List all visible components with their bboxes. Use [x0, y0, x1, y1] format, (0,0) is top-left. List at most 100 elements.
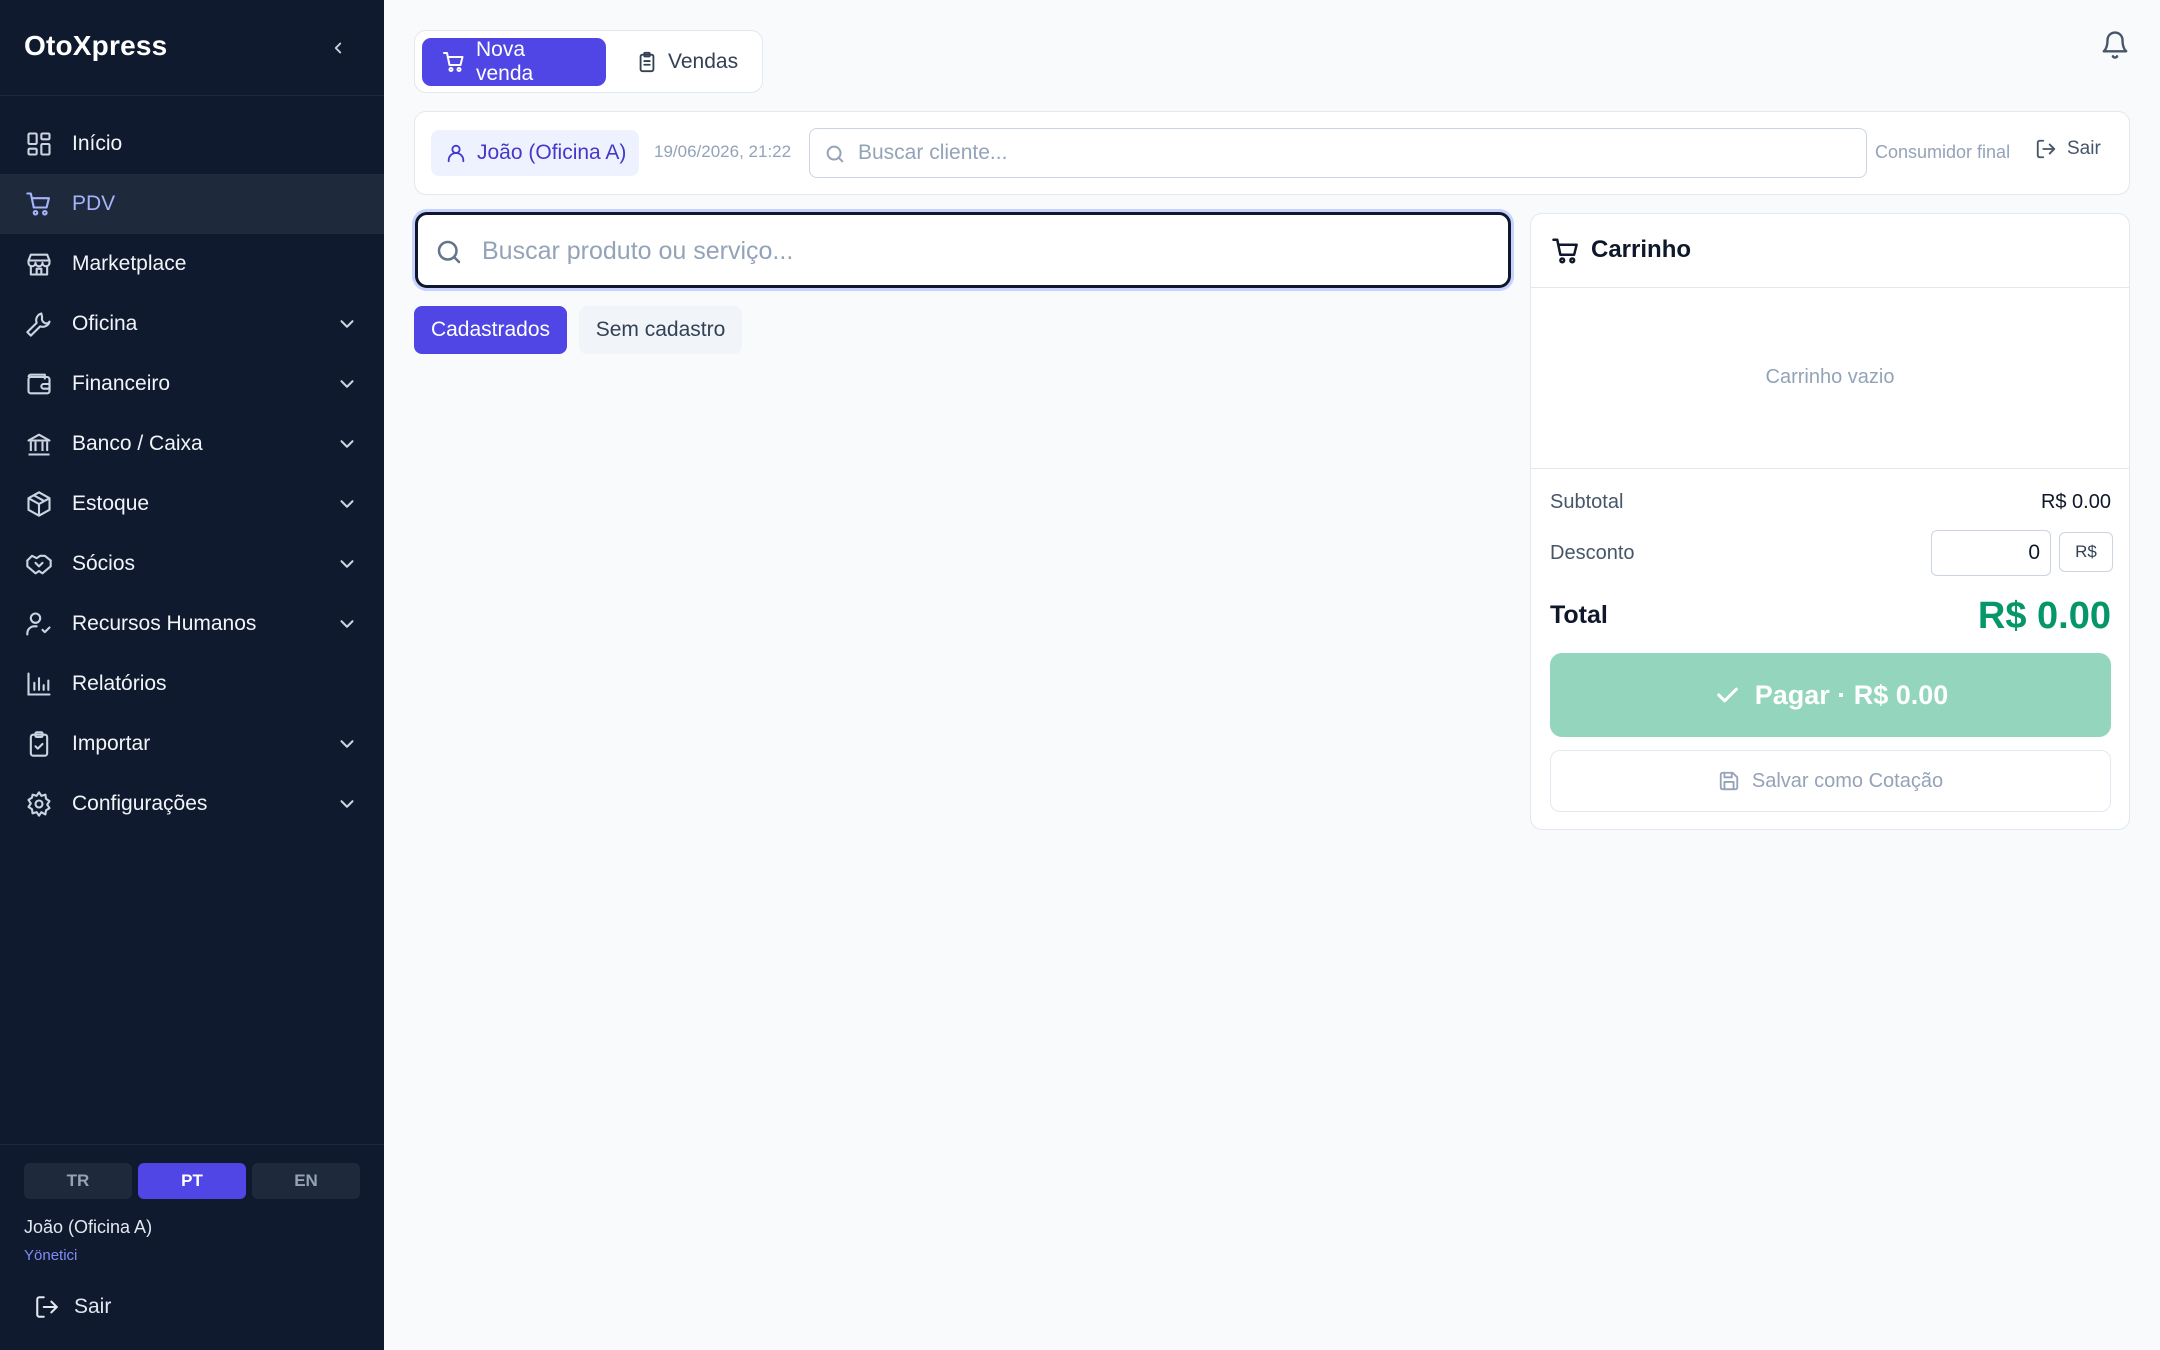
sidebar-item-label: Marketplace [72, 252, 187, 275]
sidebar-footer: TR PT EN João (Oficina A) Yönetici Sair [0, 1144, 384, 1350]
bank-icon [24, 429, 54, 459]
sidebar-item-importar[interactable]: Importar [0, 714, 384, 774]
chevron-down-icon [340, 440, 354, 448]
search-icon [434, 237, 464, 267]
total-value: R$ 0.00 [1977, 595, 2111, 637]
sidebar-item-financeiro[interactable]: Financeiro [0, 354, 384, 414]
bar-chart-icon [24, 669, 54, 699]
cart-empty-message: Carrinho vazio [1765, 366, 1895, 388]
logout-icon [36, 1296, 58, 1318]
sidebar-header: OtoXpress [0, 0, 384, 96]
client-search-input[interactable] [858, 137, 1848, 169]
chevron-down-icon [340, 320, 354, 328]
sidebar-item-banco-caixa[interactable]: Banco / Caixa [0, 414, 384, 474]
sidebar-nav: Início PDV Marketplace Oficina Financeir… [0, 114, 384, 834]
cart-title: Carrinho [1591, 236, 1692, 263]
sale-tabs: Nova venda Vendas [414, 30, 763, 93]
exit-button[interactable]: Sair [2035, 138, 2101, 160]
clipboard-list-icon [636, 51, 658, 73]
sidebar-item-label: Configurações [72, 792, 208, 815]
tab-label: Nova venda [476, 38, 534, 85]
pay-label: Pagar · R$ 0.00 [1754, 679, 1949, 710]
tab-label: Vendas [668, 50, 739, 73]
check-icon [1713, 681, 1741, 709]
language-tr-button[interactable]: TR [24, 1163, 132, 1199]
sidebar-item-label: Oficina [72, 312, 138, 335]
product-search-input[interactable] [482, 231, 1492, 271]
settings-icon [24, 789, 54, 819]
sidebar-item-estoque[interactable]: Estoque [0, 474, 384, 534]
cart-header: Carrinho [1531, 214, 2129, 288]
wallet-icon [24, 369, 54, 399]
logout-button[interactable]: Sair [34, 1289, 111, 1325]
save-icon [1718, 770, 1740, 792]
sidebar: OtoXpress Início PDV Marketplace Oficina… [0, 0, 384, 1350]
sidebar-item-marketplace[interactable]: Marketplace [0, 234, 384, 294]
chevron-down-icon [340, 740, 354, 748]
cart-icon [1551, 236, 1581, 266]
bell-icon [2102, 31, 2128, 59]
sidebar-item-label: Sócios [72, 552, 136, 575]
sidebar-item-pdv[interactable]: PDV [0, 174, 384, 234]
language-en-button[interactable]: EN [252, 1163, 360, 1199]
subtotal-value: R$ 0.00 [2040, 491, 2111, 513]
chevron-down-icon [340, 500, 354, 508]
chevron-down-icon [340, 560, 354, 568]
client-search-field [809, 128, 1867, 178]
sidebar-item-inicio[interactable]: Início [0, 114, 384, 174]
logout-icon [2035, 138, 2057, 160]
clipboard-check-icon [24, 729, 54, 759]
chevron-down-icon [340, 620, 354, 628]
cart-icon [24, 189, 54, 219]
brand-logo[interactable]: OtoXpress [24, 30, 167, 62]
collapse-sidebar-button[interactable] [324, 32, 352, 64]
sidebar-item-socios[interactable]: Sócios [0, 534, 384, 594]
chevron-down-icon [340, 380, 354, 388]
discount-unit-toggle[interactable]: R$ [2059, 532, 2113, 572]
chevron-down-icon [340, 800, 354, 808]
sidebar-item-label: Relatórios [72, 672, 167, 695]
sidebar-item-label: Banco / Caixa [72, 432, 203, 455]
cart-items-area: Carrinho vazio [1531, 288, 2129, 469]
operator-chip[interactable]: João (Oficina A) [431, 130, 639, 176]
operator-name: João (Oficina A) [477, 141, 627, 164]
sidebar-item-recursos-humanos[interactable]: Recursos Humanos [0, 594, 384, 654]
save-quote-button[interactable]: Salvar como Cotação [1550, 750, 2111, 812]
subtotal-label: Subtotal [1550, 491, 1624, 513]
search-icon [824, 143, 846, 165]
user-role: Yönetici [24, 1247, 78, 1264]
total-label: Total [1550, 601, 1608, 629]
sidebar-item-oficina[interactable]: Oficina [0, 294, 384, 354]
exit-label: Sair [2067, 138, 2101, 159]
cart-panel: Carrinho Carrinho vazio Subtotal R$ 0.00… [1530, 213, 2130, 830]
notifications-button[interactable] [2100, 30, 2132, 62]
filter-cadastrados-button[interactable]: Cadastrados [414, 306, 567, 354]
discount-input[interactable] [1931, 530, 2051, 576]
grid-icon [24, 129, 54, 159]
sidebar-item-label: Início [72, 132, 123, 155]
consumer-final-button[interactable]: Consumidor final [1875, 142, 2010, 163]
store-icon [24, 249, 54, 279]
user-icon [445, 142, 467, 164]
user-check-icon [24, 609, 54, 639]
user-name: João (Oficina A) [24, 1217, 153, 1237]
sidebar-item-label: Estoque [72, 492, 150, 515]
wrench-icon [24, 309, 54, 339]
chevron-left-icon [334, 42, 342, 54]
tab-vendas[interactable]: Vendas [616, 38, 756, 86]
pay-button[interactable]: Pagar · R$ 0.00 [1550, 653, 2111, 737]
cart-icon [442, 50, 466, 74]
sidebar-item-label: Financeiro [72, 372, 171, 395]
sidebar-item-configuracoes[interactable]: Configurações [0, 774, 384, 834]
logout-label: Sair [74, 1295, 112, 1318]
save-quote-label: Salvar como Cotação [1751, 769, 1944, 792]
discount-label: Desconto [1550, 542, 1635, 564]
tab-nova-venda[interactable]: Nova venda [422, 38, 606, 86]
filter-sem-cadastro-button[interactable]: Sem cadastro [579, 306, 742, 354]
package-icon [24, 489, 54, 519]
product-search-field [415, 212, 1511, 288]
sidebar-item-label: Importar [72, 732, 151, 755]
handshake-icon [24, 549, 54, 579]
sidebar-item-relatorios[interactable]: Relatórios [0, 654, 384, 714]
language-pt-button[interactable]: PT [138, 1163, 246, 1199]
